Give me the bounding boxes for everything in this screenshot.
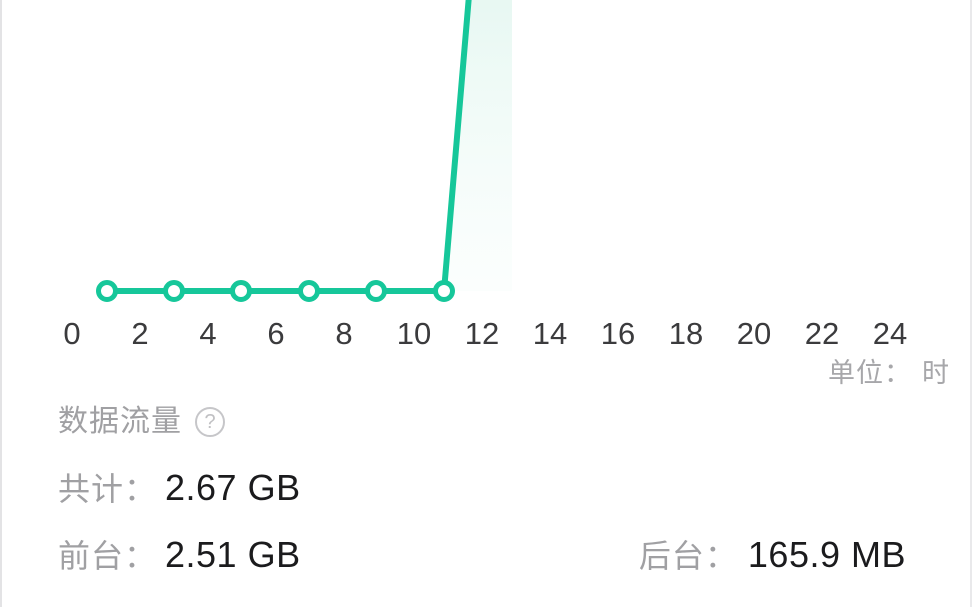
stat-row-fg-bg: 前台： 2.51 GB 后台： 165.9 MB — [58, 533, 948, 578]
chart-marker — [230, 280, 252, 302]
x-tick-7: 14 — [532, 316, 568, 351]
stat-foreground-value: 2.51 GB — [165, 534, 301, 575]
stat-row-total: 共计： 2.67 GB — [58, 466, 948, 511]
chart-svg — [96, 0, 512, 302]
stat-background-value: 165.9 MB — [747, 534, 906, 575]
chart-marker — [365, 280, 387, 302]
x-tick-6: 12 — [464, 316, 500, 351]
stat-background: 后台： 165.9 MB — [639, 533, 906, 578]
x-tick-12: 24 — [872, 316, 908, 351]
x-tick-4: 8 — [335, 316, 353, 351]
x-tick-10: 20 — [736, 316, 772, 351]
chart-marker — [96, 280, 118, 302]
x-tick-11: 22 — [804, 316, 840, 351]
unit-note-label: 单位： — [828, 358, 912, 388]
x-tick-8: 16 — [600, 316, 636, 351]
data-traffic-title: 数据流量 — [58, 405, 182, 438]
x-tick-3: 6 — [267, 316, 285, 351]
x-tick-9: 18 — [668, 316, 704, 351]
x-tick-1: 2 — [131, 316, 149, 351]
x-tick-2: 4 — [199, 316, 217, 351]
stat-background-label: 后台： — [638, 538, 738, 574]
data-traffic-section: 数据流量 ? 共计： 2.67 GB 前台： 2.51 GB 后台： 165.9… — [58, 400, 948, 578]
chart-unit-note: 单位： 时 — [828, 355, 950, 391]
stat-total-label: 共计： — [58, 471, 158, 507]
chart-marker — [163, 280, 185, 302]
x-tick-5: 10 — [396, 316, 432, 351]
chart-marker — [298, 280, 320, 302]
unit-note-value: 时 — [922, 358, 950, 388]
chart-x-axis: 0 2 4 6 8 10 12 14 16 18 20 22 24 — [2, 312, 970, 360]
stat-foreground-label: 前台： — [58, 538, 158, 574]
phone-screen: 0 2 4 6 8 10 12 14 16 18 20 22 24 单位： 时 数… — [0, 0, 972, 607]
stat-total: 共计： 2.67 GB — [58, 466, 301, 511]
data-traffic-header: 数据流量 ? — [58, 400, 948, 444]
help-icon[interactable]: ? — [195, 407, 225, 437]
stat-foreground: 前台： 2.51 GB — [58, 533, 301, 578]
chart-marker — [433, 280, 455, 302]
stat-total-value: 2.67 GB — [165, 467, 301, 508]
chart-line — [104, 0, 472, 294]
data-usage-chart[interactable] — [2, 0, 970, 312]
x-tick-0: 0 — [63, 316, 81, 351]
